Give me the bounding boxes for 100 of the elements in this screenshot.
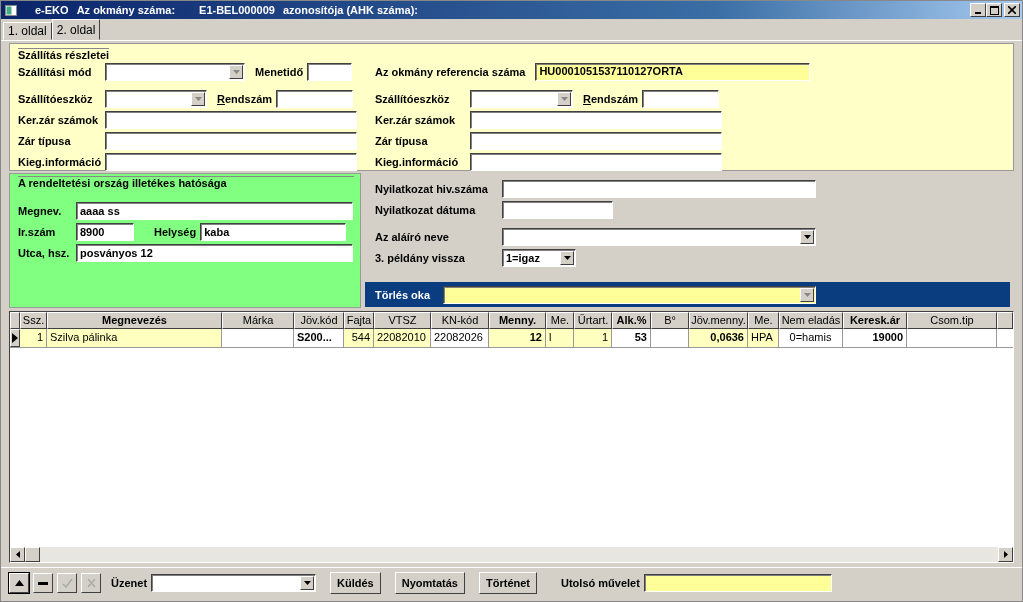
text-field[interactable]: aaaa ss <box>76 202 353 220</box>
column-header[interactable]: Alk.% <box>612 312 651 329</box>
field-label: Az okmány referencia száma <box>375 65 526 78</box>
field-label: Zár típusa <box>375 135 428 147</box>
table-cell: 22082026 <box>431 329 489 347</box>
text-field[interactable] <box>105 153 357 171</box>
field-label: Utca, hsz. <box>18 247 70 259</box>
text-field[interactable] <box>276 90 354 108</box>
dropdown-field[interactable] <box>443 285 816 304</box>
message-label: Üzenet <box>111 577 148 589</box>
text-field[interactable] <box>470 132 722 150</box>
cross-icon <box>86 578 96 588</box>
table-cell: 22082010 <box>374 329 431 347</box>
column-header[interactable]: Menny. <box>489 312 546 329</box>
text-field[interactable] <box>105 111 357 129</box>
send-button[interactable]: Küldés <box>330 572 381 594</box>
column-header[interactable]: Ssz. <box>20 312 47 329</box>
group-title: Szállítás részletei <box>18 48 110 61</box>
field-label: Rendszám <box>217 93 273 105</box>
group-title: A rendeltetési ország illetékes hatósága <box>18 176 354 189</box>
scroll-right-icon[interactable] <box>1003 551 1008 558</box>
field-label: Rendszám <box>583 93 639 105</box>
field-label: Kieg.információ <box>18 156 102 168</box>
column-header[interactable]: Jöv.kód <box>294 312 344 329</box>
dropdown-field[interactable]: 1=igaz <box>502 249 576 267</box>
field-label: Megnev. <box>18 205 62 217</box>
text-field[interactable] <box>105 132 357 150</box>
text-field[interactable]: 8900 <box>76 223 134 241</box>
document-number: E1-BEL000009 <box>199 4 275 16</box>
column-header[interactable]: Jöv.menny. <box>689 312 748 329</box>
field-label: 3. példány vissza <box>375 252 465 264</box>
table-cell: l <box>546 329 574 347</box>
app-name: e-EKO <box>35 4 69 16</box>
text-field[interactable] <box>470 111 722 129</box>
table-cell: S200... <box>294 329 344 347</box>
column-header[interactable]: Keresk.ár <box>843 312 907 329</box>
text-field[interactable] <box>502 201 613 219</box>
field-label: Nyilatkozat hiv.száma <box>375 183 488 195</box>
last-action-label: Utolsó művelet <box>561 577 640 589</box>
field-label: Szállítóeszköz <box>375 93 450 105</box>
field-label: Zár típusa <box>18 135 71 147</box>
print-button[interactable]: Nyomtatás <box>394 572 465 594</box>
text-field[interactable] <box>502 180 816 198</box>
minimize-button[interactable] <box>970 3 986 17</box>
scrollbar-thumb[interactable] <box>25 547 40 562</box>
field-label: Menetidő <box>255 65 304 78</box>
column-header[interactable]: B° <box>651 312 689 329</box>
field-label: Törlés oka <box>375 288 432 301</box>
dropdown-field[interactable] <box>151 574 317 592</box>
up-arrow-icon <box>14 580 24 586</box>
column-header[interactable]: Me. <box>748 312 779 329</box>
column-header[interactable]: VTSZ <box>374 312 431 329</box>
column-header[interactable]: Űrtart. <box>574 312 612 329</box>
history-button[interactable]: Történet <box>479 572 537 594</box>
field-label: Nyilatkozat dátuma <box>375 204 476 216</box>
column-header[interactable]: Márka <box>222 312 294 329</box>
minus-icon <box>38 581 48 585</box>
dropdown-field[interactable] <box>470 90 573 108</box>
table-cell: 1 <box>574 329 612 347</box>
close-button[interactable] <box>1004 3 1020 17</box>
text-field[interactable] <box>642 90 720 108</box>
column-header[interactable]: Me. <box>546 312 574 329</box>
text-field[interactable]: kaba <box>200 223 347 241</box>
horizontal-scrollbar[interactable] <box>10 547 1013 562</box>
tab[interactable]: 2. oldal <box>51 19 101 40</box>
dropdown-field[interactable] <box>105 90 207 108</box>
column-header[interactable]: Nem eladás <box>779 312 843 329</box>
column-header[interactable]: Csom.tip <box>907 312 997 329</box>
text-field[interactable] <box>470 153 722 171</box>
close-icon <box>1008 6 1016 14</box>
table-cell: HPA <box>748 329 779 347</box>
up-button[interactable] <box>9 573 29 593</box>
row-indicator[interactable] <box>10 329 20 347</box>
text-field[interactable]: posványos 12 <box>76 244 353 262</box>
table-cell: 1 <box>20 329 47 347</box>
column-header[interactable]: Fajta <box>344 312 374 329</box>
dropdown-field[interactable] <box>105 62 245 81</box>
tab[interactable]: 1. oldal <box>3 22 52 40</box>
maximize-icon <box>989 5 999 15</box>
field-label: Ir.szám <box>18 226 56 238</box>
table-cell: 544 <box>344 329 374 347</box>
app-icon <box>5 4 17 16</box>
check-icon <box>61 578 73 588</box>
field-label: Az aláíró neve <box>375 231 449 243</box>
table-cell: 12 <box>489 329 546 347</box>
window-title-suffix: azonosítója (AHK száma): <box>282 4 418 16</box>
minus-button[interactable] <box>33 573 53 593</box>
maximize-button[interactable] <box>986 3 1002 17</box>
text-field[interactable]: HU0001051537110127ORTA <box>535 62 811 81</box>
field-label: Szállítóeszköz <box>18 93 93 105</box>
field-label: Szállítási mód <box>18 65 92 78</box>
column-header[interactable]: KN-kód <box>431 312 489 329</box>
column-header[interactable]: Megnevezés <box>47 312 222 329</box>
window-title: Az okmány száma: <box>76 4 176 16</box>
scroll-left-icon[interactable] <box>15 551 20 558</box>
table-cell: Szilva pálinka <box>47 329 222 347</box>
table-cell: 0,0636 <box>689 329 748 347</box>
text-field[interactable] <box>307 62 353 81</box>
dropdown-field[interactable] <box>502 228 816 246</box>
field-label: Helység <box>154 226 197 238</box>
